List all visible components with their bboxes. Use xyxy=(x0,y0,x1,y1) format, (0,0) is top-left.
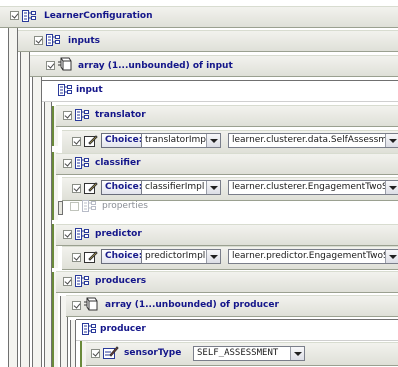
chevron-down-icon[interactable] xyxy=(385,250,398,263)
sensor-type-value: SELF_ASSESSMENT xyxy=(197,348,279,358)
properties-guide xyxy=(58,201,63,215)
predictor-class-value: learner.predictor.EngagementTwoS xyxy=(232,251,385,261)
element-icon xyxy=(75,109,89,121)
choice-edit-icon xyxy=(84,135,98,147)
sensor-type-label: sensorType xyxy=(124,348,182,358)
predictor-class-select[interactable]: learner.predictor.EngagementTwoS xyxy=(228,249,398,264)
element-icon xyxy=(82,200,96,212)
learner-configuration-checkbox[interactable] xyxy=(10,11,19,20)
chevron-down-icon[interactable] xyxy=(290,347,304,360)
element-icon xyxy=(82,323,96,335)
classifier-impl-select[interactable]: classifierImpl xyxy=(141,180,221,195)
tree-guide-input xyxy=(44,98,52,367)
classifier-class-select[interactable]: learner.clusterer.EngagementTwoS xyxy=(228,180,398,195)
attribute-edit-icon xyxy=(103,346,119,359)
chevron-down-icon[interactable] xyxy=(385,134,398,147)
chevron-down-icon[interactable] xyxy=(206,134,220,147)
tree-guide-array xyxy=(32,70,42,367)
translator-class-select[interactable]: learner.clusterer.data.SelfAssessm xyxy=(228,133,398,148)
predictor-choice-button[interactable]: Choice: xyxy=(101,249,147,264)
producers-label: producers xyxy=(95,276,147,286)
predictor-checkbox[interactable] xyxy=(63,230,72,239)
element-icon xyxy=(75,228,89,240)
element-icon xyxy=(75,275,89,287)
element-icon xyxy=(58,84,72,96)
input-label: input xyxy=(76,85,103,95)
sensor-type-select[interactable]: SELF_ASSESSMENT xyxy=(193,346,305,361)
translator-label: translator xyxy=(95,110,146,120)
array-icon xyxy=(58,57,72,71)
classifier-label: classifier xyxy=(95,158,141,168)
array-input-label: array (1...unbounded) of input xyxy=(78,61,233,71)
translator-checkbox[interactable] xyxy=(63,111,72,120)
predictor-label: predictor xyxy=(95,229,142,239)
producers-checkbox[interactable] xyxy=(63,277,72,286)
array-icon xyxy=(84,297,98,311)
classifier-class-value: learner.clusterer.EngagementTwoS xyxy=(232,182,385,192)
classifier-choice-checkbox[interactable] xyxy=(72,184,81,193)
choice-edit-icon xyxy=(84,182,98,194)
element-icon xyxy=(22,10,36,22)
properties-label: properties xyxy=(102,201,148,211)
chevron-down-icon[interactable] xyxy=(206,250,220,263)
element-icon xyxy=(75,157,89,169)
chevron-down-icon[interactable] xyxy=(206,181,220,194)
sensor-type-checkbox[interactable] xyxy=(91,349,100,358)
translator-impl-select[interactable]: translatorImpl xyxy=(141,133,221,148)
tree-guide-inputs xyxy=(20,46,30,367)
classifier-choice-button[interactable]: Choice: xyxy=(101,180,147,195)
chevron-down-icon[interactable] xyxy=(385,181,398,194)
array-producer-label: array (1...unbounded) of producer xyxy=(105,300,279,310)
array-producer-checkbox[interactable] xyxy=(72,301,81,310)
properties-checkbox[interactable] xyxy=(70,202,79,211)
predictor-impl-value: predictorImpl xyxy=(145,251,206,261)
classifier-impl-value: classifierImpl xyxy=(145,182,205,192)
classifier-checkbox[interactable] xyxy=(63,159,72,168)
translator-class-value: learner.clusterer.data.SelfAssessm xyxy=(232,135,385,145)
tree-guide-root xyxy=(8,24,18,367)
translator-choice-button[interactable]: Choice: xyxy=(101,133,147,148)
translator-choice-checkbox[interactable] xyxy=(72,137,81,146)
element-icon xyxy=(46,34,60,46)
predictor-choice-checkbox[interactable] xyxy=(72,253,81,262)
inputs-label: inputs xyxy=(68,36,101,46)
learner-configuration-label: LearnerConfiguration xyxy=(44,11,153,21)
array-input-checkbox[interactable] xyxy=(46,61,55,70)
inputs-checkbox[interactable] xyxy=(34,36,43,45)
producer-label: producer xyxy=(100,324,146,334)
choice-edit-icon xyxy=(84,251,98,263)
translator-impl-value: translatorImpl xyxy=(145,135,206,145)
predictor-impl-select[interactable]: predictorImpl xyxy=(141,249,221,264)
